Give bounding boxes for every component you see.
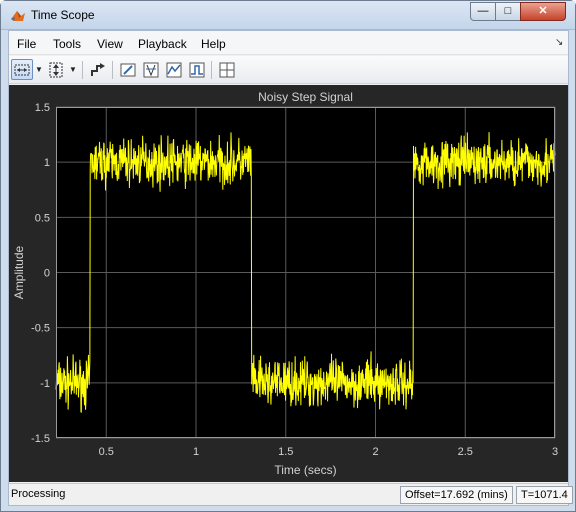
y-tick-label: -1.5 xyxy=(31,433,50,445)
minimize-icon: — xyxy=(477,5,489,17)
menu-playback[interactable]: Playback xyxy=(138,37,187,51)
x-tick-label: 3 xyxy=(552,446,558,458)
menu-tools[interactable]: Tools xyxy=(53,37,81,51)
window-title: Time Scope xyxy=(31,8,95,22)
signal-properties-icon xyxy=(120,63,136,76)
zoom-x-button[interactable] xyxy=(11,59,33,80)
menu-view[interactable]: View xyxy=(97,37,123,51)
y-tick-label: 1.5 xyxy=(35,102,50,114)
offset-readout: Offset=17.692 (mins) xyxy=(400,486,513,504)
fit-dropdown-arrow-icon[interactable]: ▼ xyxy=(69,65,77,74)
layout-button[interactable] xyxy=(216,59,238,80)
status-text: Processing xyxy=(11,488,66,500)
y-tick-label: -1 xyxy=(40,378,50,390)
y-tick-label: -0.5 xyxy=(31,323,50,335)
time-readout: T=1071.4 xyxy=(516,486,573,504)
title-bar[interactable]: Time Scope — □ ✕ xyxy=(1,1,575,30)
step-forward-button[interactable] xyxy=(87,59,109,80)
peak-finder-icon xyxy=(166,62,182,77)
x-tick-label: 2.5 xyxy=(458,446,473,458)
maximize-icon: □ xyxy=(504,5,512,17)
close-button[interactable]: ✕ xyxy=(520,2,566,21)
menu-file[interactable]: File xyxy=(17,37,36,51)
layout-icon xyxy=(219,62,235,77)
minimize-button[interactable]: — xyxy=(470,2,496,21)
close-icon: ✕ xyxy=(538,5,548,17)
fit-axes-button[interactable] xyxy=(45,59,67,80)
scope-frame: File Tools View Playback Help ↘ ▼ ▼ 0.5 … xyxy=(8,30,573,506)
fit-axes-icon xyxy=(49,62,63,77)
chart-title: Noisy Step Signal xyxy=(258,90,353,104)
plot-panel: 0.5 1 1.5 2 2.5 3 -1.5 -1 -0.5 0 0.5 1 1.5 Noisy Ste… xyxy=(9,85,568,482)
menu-help[interactable]: Help xyxy=(201,37,226,51)
signal-properties-button[interactable] xyxy=(117,59,139,80)
bilevel-measurements-icon xyxy=(189,62,205,77)
zoom-dropdown-arrow-icon[interactable]: ▼ xyxy=(35,65,43,74)
status-bar: Processing Offset=17.692 (mins) T=1071.4 xyxy=(9,483,573,505)
toolbar: ▼ ▼ xyxy=(9,56,568,84)
matlab-app-icon xyxy=(11,11,25,21)
dock-arrow-icon[interactable]: ↘ xyxy=(555,37,563,48)
toolbar-separator xyxy=(211,61,212,79)
step-forward-icon xyxy=(91,62,105,76)
y-tick-label: 0 xyxy=(44,268,50,280)
toolbar-separator xyxy=(82,61,83,79)
menu-bar: File Tools View Playback Help ↘ xyxy=(9,31,568,55)
x-axis-label: Time (secs) xyxy=(274,463,336,477)
x-tick-label: 0.5 xyxy=(99,446,114,458)
y-tick-label: 0.5 xyxy=(35,212,50,224)
x-tick-label: 1 xyxy=(193,446,199,458)
time-scope-window: Time Scope — □ ✕ File Tools View Playbac… xyxy=(0,0,576,512)
y-tick-label: 1 xyxy=(44,157,50,169)
maximize-button[interactable]: □ xyxy=(495,2,521,21)
scope-chart[interactable]: 0.5 1 1.5 2 2.5 3 -1.5 -1 -0.5 0 0.5 1 1.5 Noisy Ste… xyxy=(9,85,568,482)
y-axis-label: Amplitude xyxy=(12,246,26,300)
toolbar-separator xyxy=(112,61,113,79)
cursor-measurements-button[interactable] xyxy=(140,59,162,80)
x-tick-label: 1.5 xyxy=(278,446,293,458)
bilevel-measurements-button[interactable] xyxy=(186,59,208,80)
cursor-measurements-icon xyxy=(143,62,159,77)
zoom-x-icon xyxy=(14,64,30,75)
peak-finder-button[interactable] xyxy=(163,59,185,80)
x-tick-label: 2 xyxy=(372,446,378,458)
